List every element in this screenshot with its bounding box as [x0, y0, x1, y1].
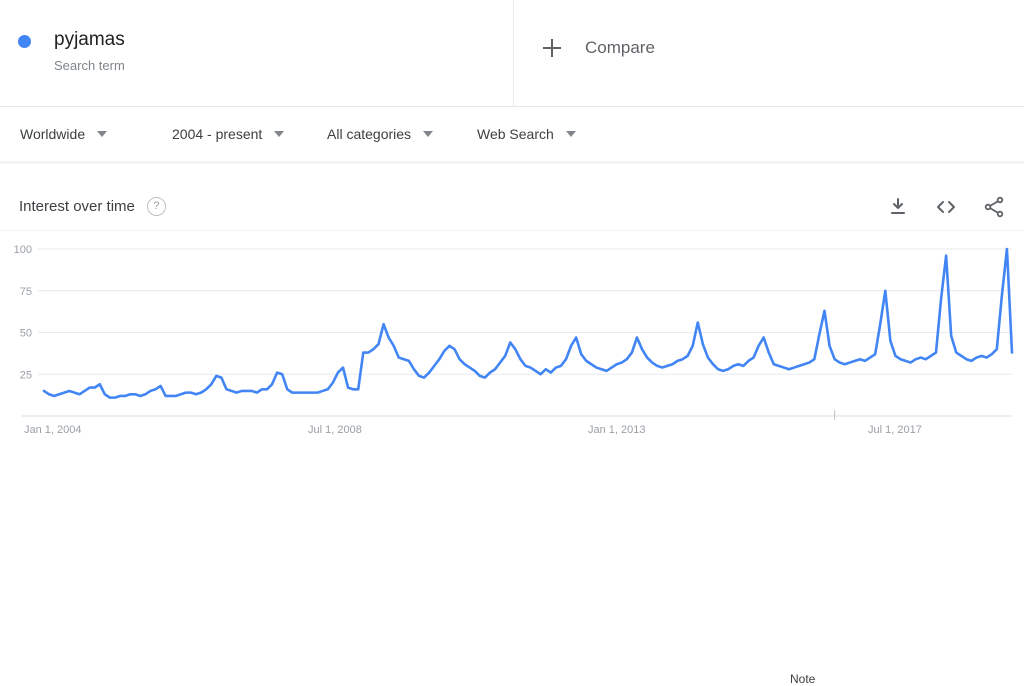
filter-bar: Worldwide 2004 - present All categories …	[0, 107, 1024, 162]
y-axis-tick: 75	[20, 286, 32, 298]
search-term-chip[interactable]: pyjamas Search term	[0, 0, 514, 106]
x-axis-tick: Jan 1, 2004	[24, 424, 82, 436]
card-actions	[862, 195, 1006, 219]
filter-search-type-label: Web Search	[477, 126, 554, 142]
compare-cell: Compare	[514, 0, 1024, 106]
embed-icon[interactable]	[934, 195, 958, 219]
download-icon[interactable]	[886, 195, 910, 219]
series-line-pyjamas	[42, 247, 1014, 399]
chart-plot-area[interactable]: 25 50 75 100 Jan 1, 2004 Jul 1, 2008 Jan 1, 20…	[0, 231, 1024, 686]
y-axis-tick: 25	[20, 369, 32, 381]
search-term-label: pyjamas	[54, 29, 125, 50]
filter-search-type[interactable]: Web Search	[477, 126, 576, 142]
y-axis-tick: 100	[14, 244, 32, 256]
chevron-down-icon	[565, 131, 576, 137]
legend-compare-bar: pyjamas Search term Compare	[0, 0, 1024, 107]
filter-location[interactable]: Worldwide	[20, 126, 172, 142]
x-axis-tick: Jan 1, 2013	[588, 424, 646, 436]
share-icon[interactable]	[982, 195, 1006, 219]
x-axis-tick: Jul 1, 2008	[308, 424, 362, 436]
series-color-dot	[18, 35, 31, 48]
x-axis-tick: Jul 1, 2017	[868, 424, 922, 436]
filter-time-range[interactable]: 2004 - present	[172, 126, 327, 142]
compare-label: Compare	[585, 38, 655, 57]
filter-location-label: Worldwide	[20, 126, 86, 142]
filter-category[interactable]: All categories	[327, 126, 477, 142]
page-title: Interest over time	[19, 198, 135, 215]
filter-category-label: All categories	[327, 126, 412, 142]
note-annotation: Note	[790, 672, 816, 686]
chevron-down-icon	[97, 131, 108, 137]
search-term-type: Search term	[54, 58, 125, 73]
interest-over-time-chart: 25 50 75 100 Jan 1, 2004 Jul 1, 2008 Jan 1, 20…	[14, 244, 1014, 436]
interest-over-time-card: Interest over time ? 25 50 75 100 Jan 1, 200…	[0, 183, 1024, 686]
chevron-down-icon	[423, 131, 434, 137]
filter-time-range-label: 2004 - present	[172, 126, 263, 142]
card-header: Interest over time ?	[0, 183, 1024, 231]
help-icon[interactable]: ?	[146, 197, 166, 216]
compare-button[interactable]: Compare	[543, 38, 655, 58]
y-axis-tick: 50	[20, 328, 32, 340]
plus-icon	[543, 39, 561, 57]
chevron-down-icon	[274, 131, 285, 137]
